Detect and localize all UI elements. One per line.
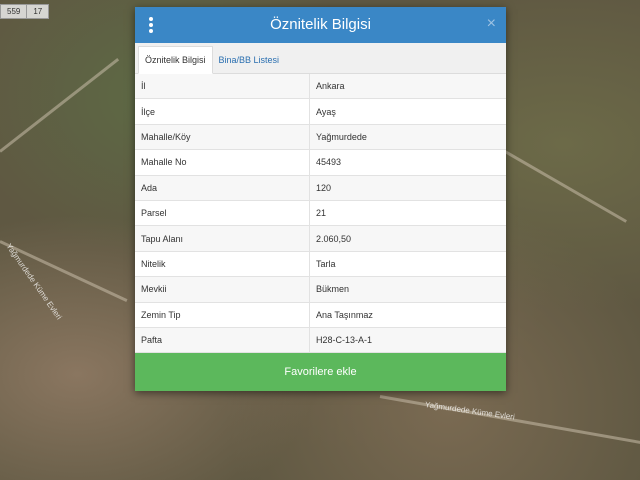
attribute-key: Pafta (135, 327, 310, 354)
attribute-key: Tapu Alanı (135, 225, 310, 252)
attribute-key: Zemin Tip (135, 302, 310, 328)
map-road-label: Yağmurdede Küme Evleri (4, 241, 64, 322)
attribute-value: Yağmurdede (309, 124, 506, 151)
attribute-value: H28-C-13-A-1 (309, 327, 506, 354)
map-road (504, 150, 627, 223)
attribute-value: 2.060,50 (309, 225, 506, 252)
attribute-value: 120 (309, 175, 506, 201)
table-row: Mahalle No 45493 (135, 149, 506, 176)
map-road (0, 57, 120, 153)
table-row: Pafta H28-C-13-A-1 (135, 327, 506, 354)
table-row: Nitelik Tarla (135, 251, 506, 278)
dialog-header: Öznitelik Bilgisi × (135, 7, 506, 43)
table-row: Zemin Tip Ana Taşınmaz (135, 302, 506, 328)
table-row: İl Ankara (135, 74, 506, 100)
attribute-key: İlçe (135, 98, 310, 125)
table-row: Ada 120 (135, 175, 506, 201)
attribute-value: Ayaş (309, 98, 506, 125)
attribute-value: Ankara (309, 74, 506, 100)
attribute-dialog: Öznitelik Bilgisi × Öznitelik Bilgisi Bi… (135, 7, 506, 391)
scale-value: 559 (1, 5, 28, 18)
table-row: Mevkii Bükmen (135, 276, 506, 303)
attribute-value: 21 (309, 200, 506, 227)
tab-bar: Öznitelik Bilgisi Bina/BB Listesi (135, 43, 506, 74)
close-icon[interactable]: × (487, 15, 496, 33)
map-scale: 559 17 (0, 4, 50, 19)
map-road (0, 240, 128, 303)
attribute-key: İl (135, 74, 310, 100)
attribute-key: Ada (135, 175, 310, 201)
attribute-key: Mevkii (135, 276, 310, 303)
attribute-key: Mahalle/Köy (135, 124, 310, 151)
attribute-key: Mahalle No (135, 149, 310, 176)
attribute-value: 45493 (309, 149, 506, 176)
dialog-title: Öznitelik Bilgisi (270, 16, 371, 33)
attribute-table: İl Ankara İlçe Ayaş Mahalle/Köy Yağmurdede Mah… (135, 74, 506, 354)
map-road-label: Yağmurdede Küme Evleri (424, 400, 516, 422)
table-row: Tapu Alanı 2.060,50 (135, 225, 506, 252)
attribute-value: Bükmen (309, 276, 506, 303)
attribute-key: Parsel (135, 200, 310, 227)
table-row: İlçe Ayaş (135, 98, 506, 125)
attribute-value: Ana Taşınmaz (309, 302, 506, 328)
attribute-value: Tarla (309, 251, 506, 278)
tab-attribute-info[interactable]: Öznitelik Bilgisi (138, 46, 213, 74)
attribute-key: Nitelik (135, 251, 310, 278)
add-favorites-button[interactable]: Favorilere ekle (135, 353, 506, 391)
tab-building-list[interactable]: Bina/BB Listesi (213, 47, 286, 73)
table-row: Mahalle/Köy Yağmurdede (135, 124, 506, 151)
scale-value: 17 (33, 7, 43, 16)
table-row: Parsel 21 (135, 200, 506, 227)
